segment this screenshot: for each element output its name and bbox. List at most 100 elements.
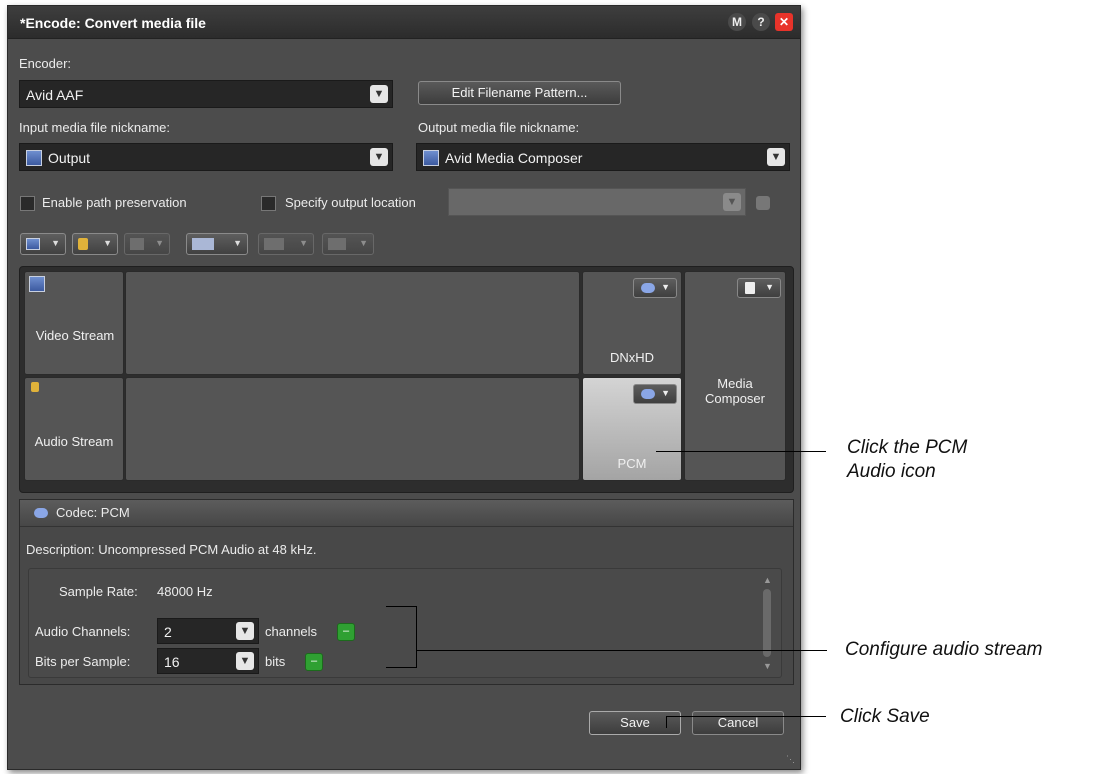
audio-stream-cell[interactable]: Audio Stream [24, 377, 124, 481]
media-file-icon [423, 150, 439, 166]
chevron-down-icon: ▼ [51, 238, 60, 248]
codec-icon [641, 389, 655, 399]
add-video-stream-button[interactable]: ▼ [20, 233, 66, 255]
codec-dropdown[interactable]: ▼ [633, 384, 677, 404]
filter-icon [192, 238, 214, 250]
title-bar: *Encode: Convert media file M ? ✕ [8, 6, 800, 39]
container-dropdown[interactable]: ▼ [737, 278, 781, 298]
pcm-codec-cell[interactable]: ▼ PCM [582, 377, 682, 481]
bracket-side [416, 606, 417, 668]
video-icon [29, 276, 45, 292]
codec-panel-header: Codec: PCM [20, 500, 793, 527]
add-data-stream-button[interactable]: ▼ [124, 233, 170, 255]
bits-per-sample-unit: bits [265, 654, 286, 669]
edit-filename-pattern-button[interactable]: Edit Filename Pattern... [418, 81, 621, 105]
close-icon[interactable]: ✕ [775, 13, 793, 31]
filter-icon [264, 238, 284, 250]
media-file-icon [26, 150, 42, 166]
chevron-down-icon: ▼ [299, 238, 308, 248]
speaker-icon [31, 382, 39, 392]
bits-reset-button[interactable]: – [305, 653, 323, 671]
save-button[interactable]: Save [589, 711, 681, 735]
encoder-select[interactable]: Avid AAF ▼ [19, 80, 393, 108]
dnxhd-codec-cell[interactable]: ▼ DNxHD [582, 271, 682, 375]
media-composer-cell[interactable]: ▼ Media Composer [684, 271, 786, 481]
save-callout-line [666, 716, 826, 717]
codec-dropdown[interactable]: ▼ [633, 278, 677, 298]
chevron-down-icon: ▼ [661, 388, 670, 398]
data-icon [130, 238, 144, 250]
audio-channels-select[interactable]: 2 ▼ [157, 618, 259, 644]
pcm-label: PCM [617, 456, 647, 471]
audio-channels-reset-button[interactable]: – [337, 623, 355, 641]
save-callout-vertical [666, 716, 667, 728]
filter-button[interactable]: ▼ [186, 233, 248, 255]
add-audio-stream-button[interactable]: ▼ [72, 233, 118, 255]
filter-button-3[interactable]: ▼ [322, 233, 374, 255]
specify-output-label: Specify output location [285, 195, 416, 210]
bits-per-sample-value: 16 [164, 654, 180, 670]
configure-annotation: Configure audio stream [845, 639, 1043, 660]
output-location-select[interactable]: ▼ [448, 188, 746, 216]
codec-panel: Codec: PCM Description: Uncompressed PCM… [19, 499, 794, 685]
output-nickname-select[interactable]: Avid Media Composer ▼ [416, 143, 790, 171]
scroll-up-icon[interactable]: ▲ [763, 575, 772, 585]
codec-icon [641, 283, 655, 293]
output-nickname-value: Avid Media Composer [445, 150, 583, 166]
dnxhd-label: DNxHD [609, 350, 655, 365]
stream-grid: Video Stream ▼ DNxHD ▼ Media Composer Au… [19, 266, 794, 493]
help-icon[interactable]: ? [752, 13, 770, 31]
media-composer-label: Media Composer [705, 376, 765, 406]
input-nickname-select[interactable]: Output ▼ [19, 143, 393, 171]
video-stream-track [125, 271, 580, 375]
sample-rate-label: Sample Rate: [59, 584, 138, 599]
encode-dialog: *Encode: Convert media file M ? ✕ Encode… [7, 5, 801, 770]
bits-per-sample-select[interactable]: 16 ▼ [157, 648, 259, 674]
m-button[interactable]: M [728, 13, 746, 31]
output-nickname-label: Output media file nickname: [418, 120, 580, 135]
chevron-down-icon: ▼ [103, 238, 112, 248]
audio-stream-track [125, 377, 580, 481]
chevron-down-icon: ▼ [236, 622, 254, 640]
codec-panel-title: Codec: PCM [56, 505, 130, 520]
filter-button-2[interactable]: ▼ [258, 233, 314, 255]
chevron-down-icon: ▼ [765, 282, 774, 292]
chevron-down-icon: ▼ [661, 282, 670, 292]
filter-icon [328, 238, 346, 250]
chevron-down-icon: ▼ [767, 148, 785, 166]
chevron-down-icon: ▼ [723, 193, 741, 211]
chevron-down-icon: ▼ [236, 652, 254, 670]
path-preservation-label: Enable path preservation [42, 195, 187, 210]
dialog-title: *Encode: Convert media file [20, 15, 206, 31]
save-annotation: Click Save [840, 706, 930, 727]
configure-callout-line [417, 650, 827, 651]
bits-per-sample-label: Bits per Sample: [35, 654, 131, 669]
pcm-annotation-line2: Audio icon [847, 461, 936, 482]
bracket-top [386, 606, 416, 607]
scrollbar[interactable]: ▲ ▼ [761, 575, 773, 671]
speaker-icon [78, 238, 88, 250]
scroll-down-icon[interactable]: ▼ [763, 661, 772, 671]
encoder-label: Encoder: [19, 56, 72, 71]
cancel-button[interactable]: Cancel [692, 711, 784, 735]
audio-channels-label: Audio Channels: [35, 624, 131, 639]
encoder-value: Avid AAF [26, 87, 84, 103]
chevron-down-icon: ▼ [359, 238, 368, 248]
bracket-bottom [386, 667, 416, 668]
browse-button[interactable] [756, 196, 770, 210]
path-preservation-checkbox[interactable] [20, 196, 35, 211]
video-stream-cell[interactable]: Video Stream [24, 271, 124, 375]
specify-output-checkbox[interactable] [261, 196, 276, 211]
scroll-thumb[interactable] [763, 589, 771, 657]
input-nickname-value: Output [48, 150, 91, 166]
pcm-callout-line [656, 451, 826, 452]
resize-grip-icon[interactable]: ⋱ [786, 754, 795, 765]
codec-description: Description: Uncompressed PCM Audio at 4… [26, 542, 317, 557]
input-nickname-label: Input media file nickname: [19, 120, 171, 135]
chevron-down-icon: ▼ [370, 148, 388, 166]
audio-stream-label: Audio Stream [34, 434, 114, 449]
sample-rate-value: 48000 Hz [157, 584, 213, 599]
codec-settings: Sample Rate: 48000 Hz Audio Channels: 2 … [28, 568, 782, 678]
chevron-down-icon: ▼ [155, 238, 164, 248]
audio-channels-value: 2 [164, 624, 172, 640]
